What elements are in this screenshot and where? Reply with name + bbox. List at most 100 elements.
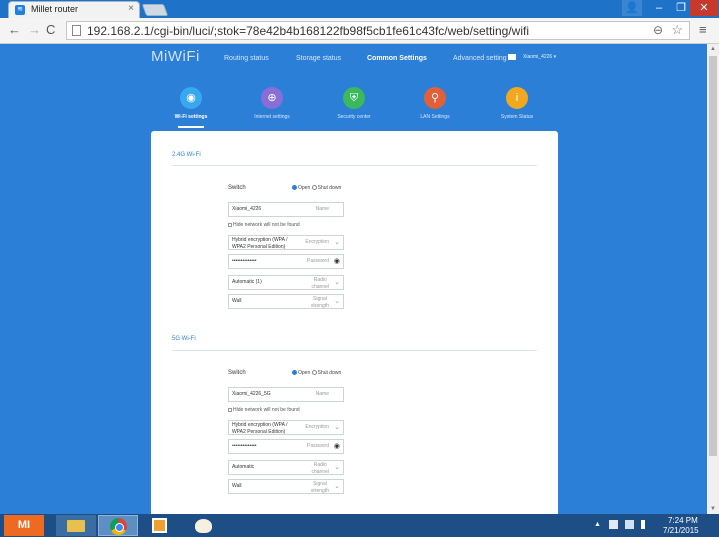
nav-common-settings[interactable]: Common Settings xyxy=(367,55,427,62)
subnav-label: System Status xyxy=(500,114,534,120)
back-arrow-icon[interactable]: ← xyxy=(8,22,21,37)
subnav-label: Internet settings xyxy=(254,114,290,120)
checkbox-icon[interactable] xyxy=(228,222,232,227)
signal-strength-select-5g[interactable]: Wall Signal strength ⌄ xyxy=(228,479,344,494)
encryption-select-5g[interactable]: Hybrid encryption (WPA / WPA2 Personal Ed… xyxy=(228,420,344,435)
scroll-down-icon[interactable]: ▼ xyxy=(710,506,716,512)
radio-open-label: Open xyxy=(298,370,311,376)
encryption-select-24g[interactable]: Hybrid encryption (WPA / WPA2 Personal Ed… xyxy=(228,235,344,250)
lan-icon: ⚲ xyxy=(424,87,446,109)
nav-routing-status[interactable]: Routing status xyxy=(224,55,269,62)
chevron-down-icon: ⌄ xyxy=(334,298,340,305)
subnav-wifi-settings[interactable]: ◉ Wi-Fi settings xyxy=(156,87,226,120)
router-favicon-icon: ≋ xyxy=(15,5,25,15)
encryption-label: Encryption xyxy=(305,424,329,430)
radio-open-5g[interactable] xyxy=(292,370,297,376)
taskbar-media-player[interactable] xyxy=(140,515,180,536)
address-bar[interactable]: 192.168.2.1/cgi-bin/luci/;stok=78e42b4b1… xyxy=(66,21,690,40)
subnav-security-center[interactable]: ⛨ Security center xyxy=(319,87,389,120)
radio-shutdown-label: Shut down xyxy=(317,370,342,376)
subnav-internet-settings[interactable]: ⊕ Internet settings xyxy=(237,87,307,120)
ssid-input-24g[interactable]: Xiaomi_4226 Name xyxy=(228,202,344,217)
signal-strength-select-24g[interactable]: Wall Signal strength ⌄ xyxy=(228,294,344,309)
nav-advanced-setting[interactable]: Advanced setting xyxy=(453,55,507,62)
miwifi-logo[interactable]: MiWiFi xyxy=(151,48,200,65)
window-titlebar: ≋ Millet router × 👤 – ❐ ✕ xyxy=(0,0,719,18)
password-label: Password xyxy=(307,258,329,264)
action-center-flag-icon[interactable] xyxy=(609,520,618,529)
checkbox-icon[interactable] xyxy=(228,407,232,412)
hide-network-checkbox-5g[interactable]: Hide network will not be found xyxy=(228,407,300,413)
divider xyxy=(172,165,537,166)
clock-date[interactable]: 7/21/2015 xyxy=(663,526,699,535)
encryption-label: Encryption xyxy=(305,239,329,245)
user-profile-icon[interactable]: 👤 xyxy=(622,0,642,16)
taskbar-mi-app[interactable]: MI xyxy=(4,515,44,536)
hide-network-label: Hide network will not be found xyxy=(233,222,300,228)
new-tab-button[interactable] xyxy=(141,4,169,16)
channel-select-24g[interactable]: Automatic (1) Radio channel ⌄ xyxy=(228,275,344,290)
bookmark-star-icon[interactable]: ☆ xyxy=(671,22,683,38)
chevron-down-icon: ⌄ xyxy=(334,483,340,490)
tray-expand-icon[interactable]: ▲ xyxy=(594,521,601,528)
network-icon[interactable] xyxy=(625,520,634,529)
subnav-label: LAN Settings xyxy=(420,114,450,120)
taskbar-paint[interactable] xyxy=(184,515,224,536)
scroll-up-icon[interactable]: ▲ xyxy=(710,46,716,52)
strength-label: Signal strength xyxy=(310,296,329,309)
chrome-icon xyxy=(110,518,127,535)
chevron-down-icon: ⌄ xyxy=(334,239,340,246)
ssid-input-5g[interactable]: Xiaomi_4226_5G Name xyxy=(228,387,344,402)
reload-icon[interactable]: C xyxy=(46,22,55,37)
url-text[interactable]: 192.168.2.1/cgi-bin/luci/;stok=78e42b4b1… xyxy=(87,24,529,38)
wifi-settings-panel: 2.4G Wi-Fi Switch Open Shut down Xiaomi_… xyxy=(151,131,558,514)
media-player-icon xyxy=(152,518,167,533)
info-icon: i xyxy=(506,87,528,109)
tab-close-icon[interactable]: × xyxy=(128,3,134,14)
browser-tab[interactable]: ≋ Millet router × xyxy=(8,1,140,18)
router-page: MiWiFi Routing status Storage status Com… xyxy=(0,44,719,514)
taskbar-file-explorer[interactable] xyxy=(56,515,96,536)
show-password-eye-icon[interactable]: ◉ xyxy=(334,442,340,450)
channel-value: Automatic (1) xyxy=(232,279,262,285)
page-icon xyxy=(72,25,81,36)
radio-open-label: Open xyxy=(298,185,311,191)
show-password-eye-icon[interactable]: ◉ xyxy=(334,257,340,265)
ssid-value: Xiaomi_4226_5G xyxy=(232,391,271,397)
hide-network-label: Hide network will not be found xyxy=(233,407,300,413)
section-title-24g: 2.4G Wi-Fi xyxy=(172,152,201,158)
chevron-down-icon: ⌄ xyxy=(334,279,340,286)
switch-radios-5g: Open Shut down xyxy=(292,370,341,376)
volume-icon[interactable] xyxy=(641,520,650,529)
nav-storage-status[interactable]: Storage status xyxy=(296,55,341,62)
subnav-label: Security center xyxy=(337,114,371,120)
channel-label: Radio channel xyxy=(311,277,329,290)
forward-arrow-icon[interactable]: → xyxy=(28,22,41,37)
clock-time[interactable]: 7:24 PM xyxy=(668,516,698,525)
password-input-5g[interactable]: •••••••••••••• Password ◉ xyxy=(228,439,344,454)
radio-shutdown-5g[interactable] xyxy=(311,370,317,376)
ssid-label: Name xyxy=(315,391,329,397)
encryption-value: Hybrid encryption (WPA / WPA2 Personal Ed… xyxy=(232,422,288,435)
mail-icon[interactable] xyxy=(508,54,516,60)
browser-menu-icon[interactable]: ≡ xyxy=(699,22,707,37)
ssid-value: Xiaomi_4226 xyxy=(232,206,262,212)
chevron-down-icon: ⌄ xyxy=(334,424,340,431)
switch-radios-24g: Open Shut down xyxy=(292,185,341,191)
subnav-lan-settings[interactable]: ⚲ LAN Settings xyxy=(400,87,470,120)
taskbar-chrome[interactable] xyxy=(98,515,138,536)
radio-open-24g[interactable] xyxy=(292,185,297,191)
scroll-thumb[interactable] xyxy=(709,56,717,456)
channel-select-5g[interactable]: Automatic Radio channel ⌄ xyxy=(228,460,344,475)
zoom-icon[interactable]: ⊖ xyxy=(653,23,663,37)
password-input-24g[interactable]: •••••••••••••• Password ◉ xyxy=(228,254,344,269)
divider xyxy=(172,350,537,351)
channel-value: Automatic xyxy=(232,464,255,470)
subnav-system-status[interactable]: i System Status xyxy=(482,87,552,120)
page-scrollbar[interactable]: ▲ ▼ xyxy=(707,44,719,514)
account-menu[interactable]: Xiaomi_4226 ▾ xyxy=(523,54,556,60)
hide-network-checkbox-24g[interactable]: Hide network will not be found xyxy=(228,222,300,228)
close-window-button[interactable]: ✕ xyxy=(690,0,718,16)
radio-shutdown-24g[interactable] xyxy=(311,185,317,191)
encryption-value: Hybrid encryption (WPA / WPA2 Personal Ed… xyxy=(232,237,288,250)
